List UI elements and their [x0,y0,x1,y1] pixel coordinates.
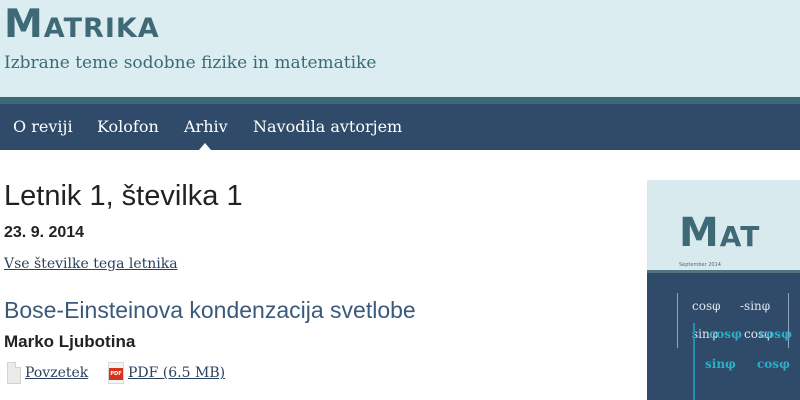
abstract-galley[interactable]: Povzetek [7,360,88,386]
cover-bottom: cosφ -sinφ sinφ cosφ cosφ cosφ sinφ cosφ [647,273,800,400]
pdf-link[interactable]: PDF (6.5 MB) [128,365,225,381]
all-issues-link[interactable]: Vse številke tega letnika [4,254,178,274]
active-nav-caret-icon [199,143,211,150]
cover-logo: Mat [679,210,761,256]
nav-item-kolofon[interactable]: Kolofon [97,104,159,150]
cover-top: Mat September 2014 [647,180,800,270]
article-author: Marko Ljubotina [4,332,136,351]
matrix-cell: cosφ [692,299,721,313]
site-tagline: Izbrane teme sodobne fizike in matematik… [4,53,377,73]
issue-cover-image[interactable]: Mat September 2014 cosφ -sinφ sinφ cosφ … [647,180,800,400]
matrix-cell: -sinφ [740,299,771,313]
site-logo[interactable]: Matrika [4,2,160,48]
issue-date: 23. 9. 2014 [4,224,85,241]
nav-divider [0,97,800,104]
site-header: Matrika Izbrane teme sodobne fizike in m… [0,0,800,97]
matrix-overlay-cell: cosφ [709,327,742,341]
nav-item-navodila-avtorjem[interactable]: Navodila avtorjem [253,104,402,150]
matrix-overlay-cell: cosφ [759,327,792,341]
cover-date: September 2014 [679,262,721,268]
document-icon [7,362,21,384]
pdf-icon: PDF [108,362,124,384]
matrix-overlay-cell: cosφ [757,357,790,371]
matrix-overlay-cell: sinφ [705,357,736,371]
main-nav: O reviji Kolofon Arhiv Navodila avtorjem [0,104,800,150]
abstract-link[interactable]: Povzetek [25,365,88,381]
pdf-galley[interactable]: PDF PDF (6.5 MB) [108,360,225,386]
issue-title: Letnik 1, številka 1 [4,180,243,212]
nav-item-o-reviji[interactable]: O reviji [13,104,73,150]
pdf-icon-label: PDF [109,368,123,380]
article-title[interactable]: Bose-Einsteinova kondenzacija svetlobe [4,295,416,325]
